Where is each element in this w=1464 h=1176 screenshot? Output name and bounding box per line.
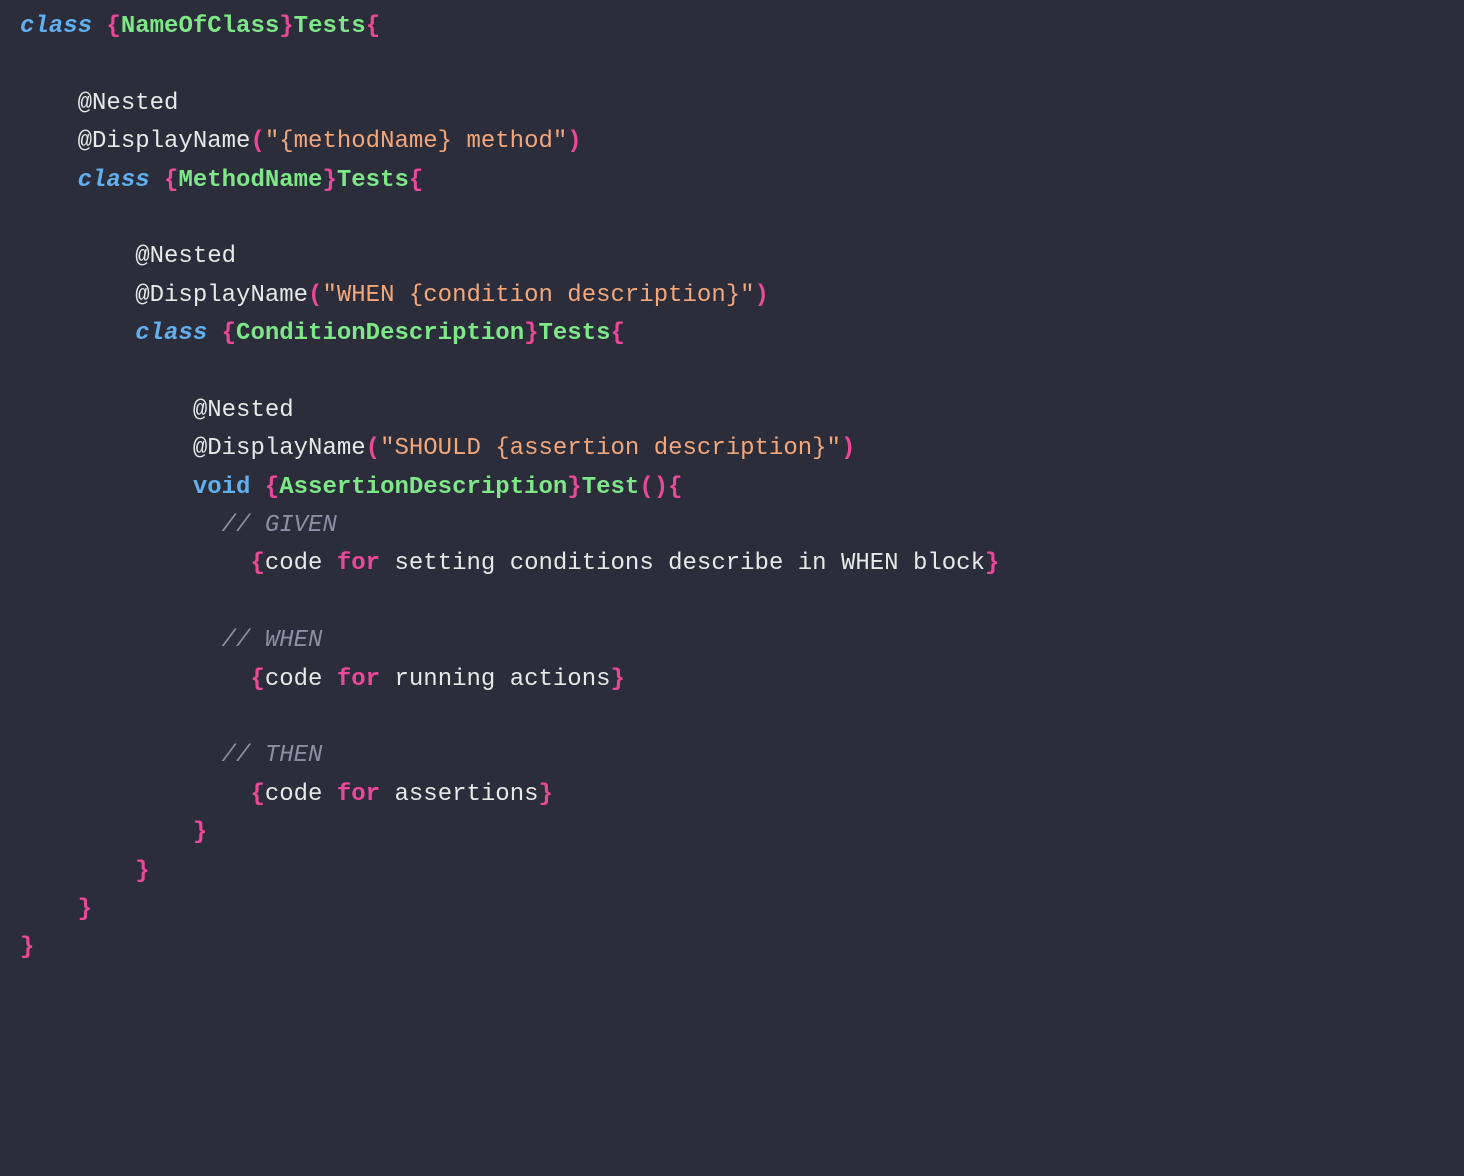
annotation-displayname: @DisplayName	[135, 282, 308, 309]
paren-close: )	[841, 435, 855, 462]
keyword-for: for	[337, 666, 380, 693]
brace-close: }	[611, 666, 625, 693]
brace-open: {	[250, 666, 264, 693]
paren-open: (	[308, 282, 322, 309]
brace-close: }	[135, 858, 149, 885]
string-when: "WHEN {condition description}"	[322, 282, 754, 309]
tests-suffix: Tests	[337, 167, 409, 194]
keyword-void: void	[193, 474, 251, 501]
brace-open: {	[250, 550, 264, 577]
class-name: MethodName	[178, 167, 322, 194]
comment-when: // WHEN	[222, 627, 323, 654]
brace-close: }	[985, 550, 999, 577]
brace-close: }	[567, 474, 581, 501]
given-text-b: setting conditions describe in WHEN bloc…	[380, 550, 985, 577]
string-should: "SHOULD {assertion description}"	[380, 435, 841, 462]
then-text-a: code	[265, 781, 337, 808]
given-text-a: code	[265, 550, 337, 577]
brace-open: {	[164, 167, 178, 194]
string-method: "{methodName} method"	[265, 128, 567, 155]
comment-then: // THEN	[222, 742, 323, 769]
tests-suffix: Tests	[294, 13, 366, 40]
paren-close: )	[755, 282, 769, 309]
paren-open: (	[366, 435, 380, 462]
brace-close: }	[524, 320, 538, 347]
paren-close: )	[567, 128, 581, 155]
keyword-class: class	[78, 167, 150, 194]
test-suffix: Test	[582, 474, 640, 501]
brace-open: {	[222, 320, 236, 347]
brace-open: {	[366, 13, 380, 40]
keyword-for: for	[337, 781, 380, 808]
brace-close: }	[539, 781, 553, 808]
keyword-class: class	[20, 13, 92, 40]
then-text-b: assertions	[380, 781, 538, 808]
when-text-a: code	[265, 666, 337, 693]
brace-open: {	[668, 474, 682, 501]
brace-open: {	[250, 781, 264, 808]
annotation-displayname: @DisplayName	[193, 435, 366, 462]
keyword-for: for	[337, 550, 380, 577]
annotation-displayname: @DisplayName	[78, 128, 251, 155]
class-name: ConditionDescription	[236, 320, 524, 347]
paren-open: (	[250, 128, 264, 155]
when-text-b: running actions	[380, 666, 610, 693]
brace-open: {	[409, 167, 423, 194]
brace-close: }	[322, 167, 336, 194]
brace-open: {	[106, 13, 120, 40]
keyword-class: class	[135, 320, 207, 347]
annotation-nested: @Nested	[135, 243, 236, 270]
annotation-nested: @Nested	[78, 90, 179, 117]
brace-open: {	[611, 320, 625, 347]
paren-pair: ()	[639, 474, 668, 501]
code-block: class {NameOfClass}Tests{ @Nested @Displ…	[20, 8, 1444, 968]
annotation-nested: @Nested	[193, 397, 294, 424]
brace-close: }	[78, 896, 92, 923]
tests-suffix: Tests	[539, 320, 611, 347]
class-name: NameOfClass	[121, 13, 279, 40]
comment-given: // GIVEN	[222, 512, 337, 539]
brace-close: }	[20, 934, 34, 961]
brace-close: }	[193, 819, 207, 846]
method-name: AssertionDescription	[279, 474, 567, 501]
brace-close: }	[279, 13, 293, 40]
brace-open: {	[265, 474, 279, 501]
